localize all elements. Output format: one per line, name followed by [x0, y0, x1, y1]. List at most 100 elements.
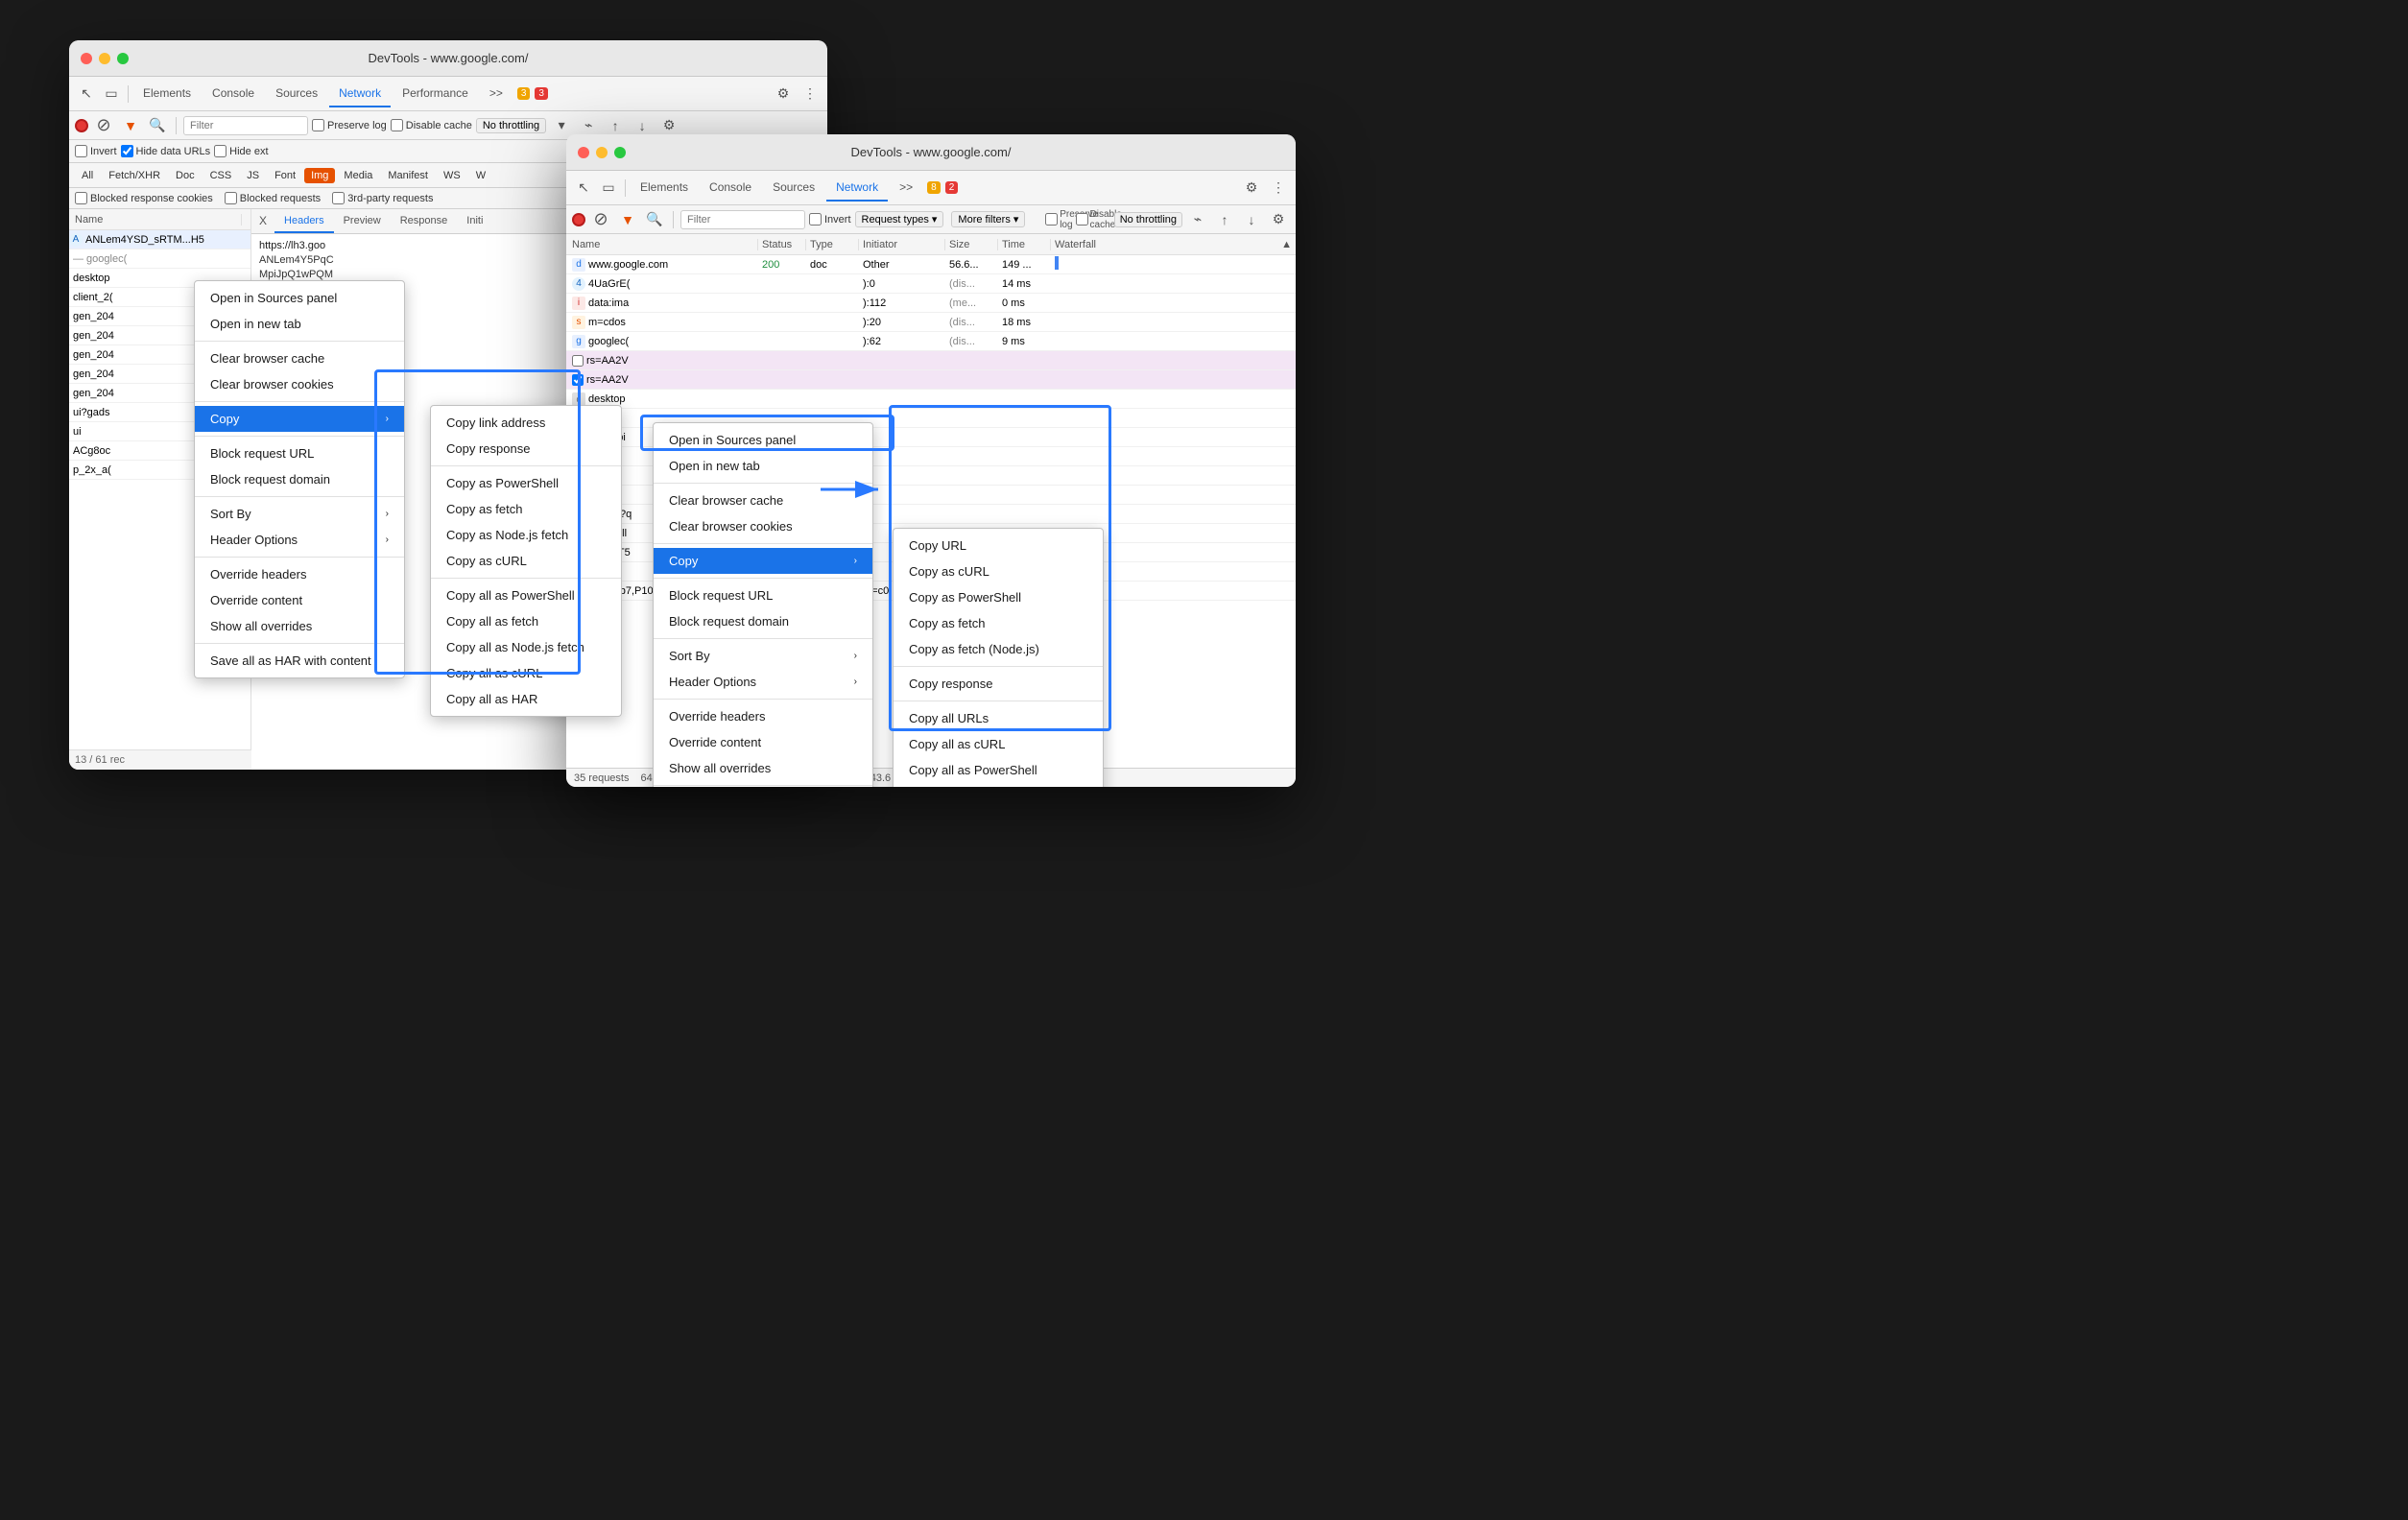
device-icon[interactable]: ▭	[100, 83, 123, 106]
tab-headers-1[interactable]: Headers	[274, 209, 334, 233]
tab-sources-2[interactable]: Sources	[763, 175, 824, 202]
ctx-sort-by-1[interactable]: Sort By ›	[195, 501, 404, 527]
table-row[interactable]: d www.google.com 200 doc Other 56.6... 1…	[566, 255, 1296, 274]
tab-performance-1[interactable]: Performance	[393, 81, 478, 107]
ctx-override-content-1[interactable]: Override content	[195, 587, 404, 613]
ctx-clear-cookies-1[interactable]: Clear browser cookies	[195, 371, 404, 397]
maximize-button-2[interactable]	[614, 147, 626, 158]
tab-response-1[interactable]: Response	[391, 209, 458, 233]
search-icon-2[interactable]: 🔍	[643, 208, 666, 231]
ctx-open-tab-1[interactable]: Open in new tab	[195, 311, 404, 337]
ctx-open-sources-1[interactable]: Open in Sources panel	[195, 285, 404, 311]
blocked-req-cb-1[interactable]: Blocked requests	[225, 192, 321, 204]
ctx-header-options-2[interactable]: Header Options ›	[654, 669, 872, 695]
hide-ext-checkbox-1[interactable]: Hide ext	[214, 145, 268, 157]
cursor-icon-2[interactable]: ↖	[572, 177, 595, 200]
close-button-1[interactable]	[81, 53, 92, 64]
table-row[interactable]: rs=AA2V	[566, 370, 1296, 390]
type-css-1[interactable]: CSS	[203, 168, 239, 183]
search-icon-1[interactable]: 🔍	[146, 114, 169, 137]
ctx-block-domain-2[interactable]: Block request domain	[654, 608, 872, 634]
type-w-1[interactable]: W	[469, 168, 492, 183]
net-settings-1[interactable]: ⚙	[657, 114, 680, 137]
filter-icon-1[interactable]: ▼	[119, 114, 142, 137]
table-row[interactable]: rs=AA2V	[566, 351, 1296, 370]
table-row[interactable]: 4 4UaGrE( ):0 (dis... 14 ms	[566, 274, 1296, 294]
ctx-copy-1[interactable]: Copy ›	[195, 406, 404, 432]
record-button-1[interactable]	[75, 119, 88, 132]
filter-input-2[interactable]	[680, 210, 805, 229]
ctx-show-overrides-1[interactable]: Show all overrides	[195, 613, 404, 639]
more-filters-btn-2[interactable]: More filters ▾	[951, 211, 1025, 227]
ctx-copy-fetch-1[interactable]: Copy as fetch	[431, 496, 621, 522]
tab-preview-1[interactable]: Preview	[334, 209, 391, 233]
type-all-1[interactable]: All	[75, 168, 100, 183]
throttle-select-1[interactable]: No throttling	[476, 118, 546, 133]
filter-icon-2[interactable]: ▼	[616, 208, 639, 231]
throttle-down-1[interactable]: ▾	[550, 114, 573, 137]
throttle-select-2[interactable]: No throttling	[1114, 212, 1182, 227]
tab-more-1[interactable]: >>	[480, 81, 513, 107]
ctx-save-har-1[interactable]: Save all as HAR with content	[195, 648, 404, 674]
type-font-1[interactable]: Font	[268, 168, 302, 183]
ctx-copy-ps-1[interactable]: Copy as PowerShell	[431, 470, 621, 496]
maximize-button-1[interactable]	[117, 53, 129, 64]
ctx-override-headers-1[interactable]: Override headers	[195, 561, 404, 587]
clear-icon-2[interactable]: ⊘	[589, 208, 612, 231]
type-media-1[interactable]: Media	[337, 168, 379, 183]
tab-elements-1[interactable]: Elements	[133, 81, 201, 107]
wifi-icon-2[interactable]: ⌁	[1186, 208, 1209, 231]
ctx-copy-node-fetch-2[interactable]: Copy as fetch (Node.js)	[894, 636, 1103, 662]
ctx-copy-all-fetch-2[interactable]: Copy all as fetch	[894, 783, 1103, 787]
download-icon-2[interactable]: ↓	[1240, 208, 1263, 231]
clear-icon-1[interactable]: ⊘	[92, 114, 115, 137]
ctx-block-url-2[interactable]: Block request URL	[654, 582, 872, 608]
ctx-copy-fetch-2[interactable]: Copy as fetch	[894, 610, 1103, 636]
table-row[interactable]: — googlec(	[69, 249, 250, 269]
ctx-clear-cache-1[interactable]: Clear browser cache	[195, 345, 404, 371]
ctx-copy-all-har-1[interactable]: Copy all as HAR	[431, 686, 621, 712]
ctx-copy-response-2[interactable]: Copy response	[894, 671, 1103, 697]
net-settings-2[interactable]: ⚙	[1267, 208, 1290, 231]
hide-data-checkbox-1[interactable]: Hide data URLs	[121, 145, 211, 157]
more-icon-2[interactable]: ⋮	[1267, 177, 1290, 200]
ctx-copy-all-ps-2[interactable]: Copy all as PowerShell	[894, 757, 1103, 783]
download-icon-1[interactable]: ↓	[631, 114, 654, 137]
minimize-button-2[interactable]	[596, 147, 608, 158]
ctx-open-sources-2[interactable]: Open in Sources panel	[654, 427, 872, 453]
upload-icon-2[interactable]: ↑	[1213, 208, 1236, 231]
ctx-copy-curl-2[interactable]: Copy as cURL	[894, 558, 1103, 584]
device-icon-2[interactable]: ▭	[597, 177, 620, 200]
ctx-copy-url-2[interactable]: Copy URL	[894, 533, 1103, 558]
table-row[interactable]: d desktop	[566, 390, 1296, 409]
ctx-block-url-1[interactable]: Block request URL	[195, 440, 404, 466]
tab-network-2[interactable]: Network	[826, 175, 888, 202]
tab-initiator-1[interactable]: Initi	[457, 209, 492, 233]
table-row[interactable]: i data:ima ):112 (me... 0 ms	[566, 294, 1296, 313]
minimize-button-1[interactable]	[99, 53, 110, 64]
disable-cache-cb-2[interactable]: Disable cache	[1087, 208, 1110, 231]
ctx-copy-ps-2[interactable]: Copy as PowerShell	[894, 584, 1103, 610]
table-row[interactable]: g googlec( ):62 (dis... 9 ms	[566, 332, 1296, 351]
record-button-2[interactable]	[572, 213, 585, 226]
ctx-header-options-1[interactable]: Header Options ›	[195, 527, 404, 553]
tab-console-2[interactable]: Console	[700, 175, 761, 202]
cursor-icon[interactable]: ↖	[75, 83, 98, 106]
type-img-1[interactable]: Img	[304, 168, 335, 183]
settings-icon-1[interactable]: ⚙	[772, 83, 795, 106]
ctx-copy-all-fetch-1[interactable]: Copy all as fetch	[431, 608, 621, 634]
ctx-copy-all-curl-1[interactable]: Copy all as cURL	[431, 660, 621, 686]
type-fetchxhr-1[interactable]: Fetch/XHR	[102, 168, 167, 183]
table-row[interactable]: A ANLem4YSD_sRTM...H5	[69, 230, 250, 249]
tab-network-1[interactable]: Network	[329, 81, 391, 107]
upload-icon-1[interactable]: ↑	[604, 114, 627, 137]
ctx-block-domain-1[interactable]: Block request domain	[195, 466, 404, 492]
invert-cb-2[interactable]: Invert	[809, 213, 851, 226]
close-button-2[interactable]	[578, 147, 589, 158]
3rd-party-cb-1[interactable]: 3rd-party requests	[332, 192, 433, 204]
ctx-clear-cookies-2[interactable]: Clear browser cookies	[654, 513, 872, 539]
disable-cache-checkbox-1[interactable]: Disable cache	[391, 119, 472, 131]
invert-checkbox-1[interactable]: Invert	[75, 145, 117, 157]
type-manifest-1[interactable]: Manifest	[381, 168, 435, 183]
ctx-copy-all-curl-2[interactable]: Copy all as cURL	[894, 731, 1103, 757]
